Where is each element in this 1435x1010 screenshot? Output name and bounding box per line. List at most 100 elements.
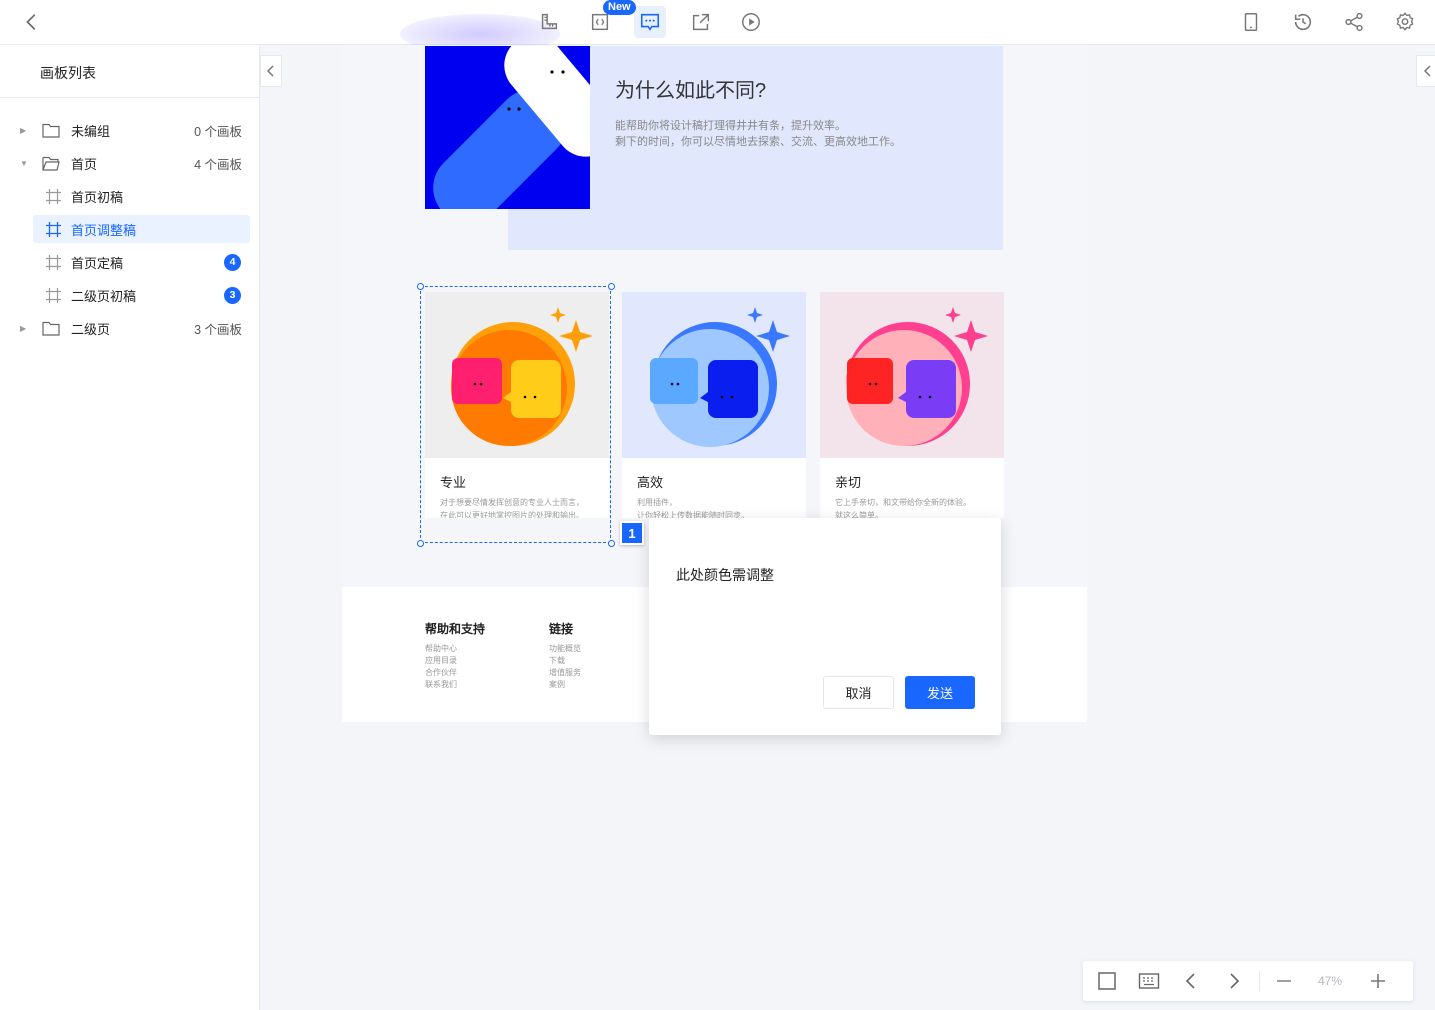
keyboard-shortcuts-button[interactable]: [1137, 969, 1161, 993]
caret-right-icon[interactable]: ▶: [20, 126, 30, 135]
footer-link: 功能概览: [549, 644, 581, 653]
send-button[interactable]: 发送: [905, 676, 975, 709]
comment-count-badge: 3: [224, 286, 241, 304]
card-description: 利用插件， 让你轻松上传数据能随时同步。: [637, 496, 749, 518]
group-row-subpage[interactable]: ▶ 二级页 3 个画板: [0, 314, 260, 342]
previous-artboard-button[interactable]: [1179, 969, 1203, 993]
artboard-count: 3 个画板: [194, 322, 242, 337]
footer-link: 增值服务: [549, 668, 581, 677]
card-illustration: [820, 292, 1004, 458]
artboard-label: 首页定稿: [71, 255, 124, 271]
artboard-row-subpage-draft[interactable]: 二级页初稿 3: [0, 281, 260, 309]
comment-text[interactable]: 此处颜色需调整: [676, 565, 774, 585]
ruler-icon: [541, 13, 558, 30]
artboard-row-home-revised[interactable]: 首页调整稿: [33, 215, 250, 243]
zoom-in-button[interactable]: [1366, 969, 1390, 993]
group-label: 首页: [71, 156, 98, 172]
feature-card-friendly[interactable]: 亲切 它上手亲切，和文带给你全新的体验。 就这么简单。: [820, 292, 1004, 518]
preview-play-button[interactable]: [735, 6, 767, 38]
chevron-right-icon: [1230, 973, 1240, 989]
resize-handle[interactable]: [608, 283, 615, 290]
artboard-label: 二级页初稿: [71, 288, 137, 304]
folder-icon: [41, 121, 61, 139]
artboard-count: 4 个画板: [194, 157, 242, 172]
caret-down-icon[interactable]: ▼: [20, 159, 30, 168]
footer-column-links: 链接 功能概览 下载 增值服务 案例: [549, 620, 581, 691]
comment-icon: [640, 13, 660, 31]
chevron-left-icon: [1185, 973, 1195, 989]
new-badge: New: [603, 0, 636, 15]
group-label: 二级页: [71, 321, 111, 337]
card-desc-line: 就这么简单。: [835, 511, 883, 518]
zoom-toolbar: [1083, 961, 1413, 1001]
export-tool-button[interactable]: [685, 6, 717, 38]
chevron-left-icon: [1423, 65, 1431, 77]
artboard-label: 首页初稿: [71, 189, 124, 205]
hero-description: 能帮助你将设计稿打理得井井有条，提升效率。 剩下的时间，你可以尽情地去探索、交流…: [615, 118, 901, 150]
keyboard-icon: [1138, 973, 1160, 989]
zoom-out-button[interactable]: [1272, 969, 1296, 993]
play-icon: [742, 13, 760, 31]
artboard-sidebar: 画板列表 ▶ 未编组 0 个画板 ▼ 首页 4 个画板 首页初稿 首页调整稿 首…: [0, 45, 260, 1010]
chevron-left-icon: [266, 65, 274, 77]
phone-icon: [1244, 13, 1258, 31]
share-icon: [1345, 12, 1363, 32]
hero-title: 为什么如此不同?: [615, 80, 767, 102]
footer-link: 下载: [549, 656, 565, 665]
zoom-level[interactable]: 47%: [1318, 974, 1342, 988]
group-label: 未编组: [71, 123, 111, 139]
footer-link: 联系我们: [425, 680, 457, 689]
back-button[interactable]: [16, 6, 48, 38]
cancel-button[interactable]: 取消: [823, 676, 894, 709]
sidebar-divider: [0, 97, 260, 98]
minus-icon: [1277, 980, 1291, 982]
feature-card-efficient[interactable]: 高效 利用插件， 让你轻松上传数据能随时同步。: [622, 292, 806, 518]
group-row-home[interactable]: ▼ 首页 4 个画板: [0, 149, 260, 177]
footer-heading: 链接: [549, 622, 574, 636]
card-desc-line: 利用插件，: [637, 498, 677, 507]
group-row-ungrouped[interactable]: ▶ 未编组 0 个画板: [0, 116, 260, 144]
artboard-icon: [43, 187, 63, 205]
footer-link: 合作伙伴: [425, 668, 457, 677]
fit-frame-button[interactable]: [1095, 969, 1119, 993]
caret-right-icon[interactable]: ▶: [20, 324, 30, 333]
collapse-sidebar-button[interactable]: [260, 55, 282, 87]
footer-link: 帮助中心: [425, 644, 457, 653]
footer-link: 应用目录: [425, 656, 457, 665]
device-button[interactable]: [1235, 6, 1267, 38]
expand-right-panel-button[interactable]: [1416, 55, 1435, 87]
artboard-icon: [43, 253, 63, 271]
card-description: 它上手亲切，和文带给你全新的体验。 就这么简单。: [835, 496, 971, 518]
annotation-tool-button[interactable]: [533, 6, 565, 38]
artboard-icon: [43, 286, 63, 304]
chevron-left-icon: [26, 14, 36, 30]
resize-handle[interactable]: [417, 283, 424, 290]
artboard-label: 首页调整稿: [71, 222, 137, 238]
footer-heading: 帮助和支持: [425, 622, 486, 636]
settings-button[interactable]: [1389, 6, 1421, 38]
comment-pin[interactable]: 1: [620, 521, 644, 545]
card-desc-line: 它上手亲切，和文带给你全新的体验。: [835, 498, 971, 507]
gear-icon: [1396, 12, 1414, 31]
resize-handle[interactable]: [417, 540, 424, 547]
artboard-row-home-draft[interactable]: 首页初稿: [0, 182, 260, 210]
share-out-icon: [692, 13, 710, 31]
footer-column-help: 帮助和支持 帮助中心 应用目录 合作伙伴 联系我们: [425, 620, 485, 691]
artboard-count: 0 个画板: [194, 124, 242, 139]
next-artboard-button[interactable]: [1222, 969, 1246, 993]
share-button[interactable]: [1338, 6, 1370, 38]
history-icon: [1294, 13, 1312, 31]
square-icon: [1098, 972, 1116, 990]
history-button[interactable]: [1287, 6, 1319, 38]
card-title: 亲切: [835, 475, 862, 490]
resize-handle[interactable]: [608, 540, 615, 547]
hero-illustration: [425, 46, 590, 209]
toolbar-divider: [1259, 971, 1260, 991]
selection-box[interactable]: [420, 286, 611, 543]
comment-popup: 此处颜色需调整 取消 发送: [649, 518, 1001, 735]
card-illustration: [622, 292, 806, 458]
artboard-row-home-final[interactable]: 首页定稿 4: [0, 248, 260, 276]
folder-icon: [41, 319, 61, 337]
comment-tool-button[interactable]: [634, 6, 666, 38]
card-desc-line: 让你轻松上传数据能随时同步。: [637, 511, 749, 518]
